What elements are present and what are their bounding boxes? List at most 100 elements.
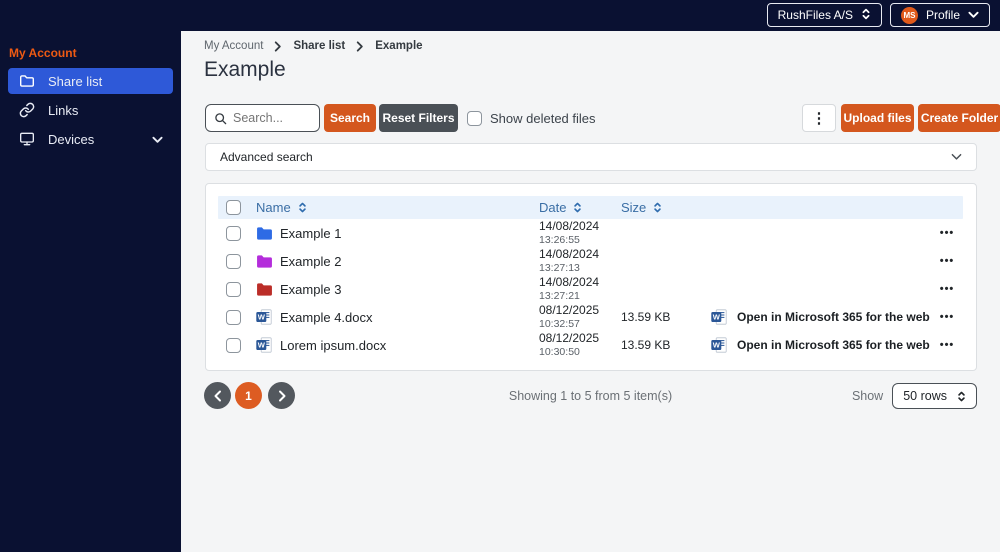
word-icon: W	[256, 309, 273, 326]
breadcrumb-example: Example	[375, 40, 423, 52]
pagination: 1 Showing 1 to 5 from 5 item(s) Show 50 …	[204, 382, 977, 410]
sidebar-item-share-list[interactable]: Share list	[8, 68, 173, 94]
table-row: W Lorem ipsum.docx 08/12/2025 10:30:50 1…	[218, 331, 963, 359]
rushfiles-app: RushFiles A/S MS Profile RushFiles My Ac…	[0, 0, 1000, 552]
row-menu-button[interactable]: •••	[930, 283, 964, 295]
row-checkbox[interactable]	[226, 337, 241, 353]
time-value: 13:26:55	[539, 233, 580, 246]
row-menu-button[interactable]: •••	[930, 255, 964, 267]
date-cell: 14/08/2024 13:27:13	[531, 247, 613, 274]
size-cell: 13.59 KB	[621, 338, 671, 352]
profile-label: Profile	[925, 8, 960, 22]
row-checkbox[interactable]	[226, 309, 241, 325]
svg-text:W: W	[258, 313, 266, 322]
show-deleted-checkbox[interactable]	[467, 110, 482, 126]
file-name: Lorem ipsum.docx	[280, 337, 387, 353]
column-header-date[interactable]: Date	[531, 200, 613, 215]
time-value: 13:27:21	[539, 289, 580, 302]
show-deleted-toggle: Show deleted files	[467, 104, 596, 132]
advanced-search-toggle[interactable]: Advanced search	[205, 143, 977, 171]
row-checkbox[interactable]	[226, 281, 241, 297]
search-button[interactable]: Search	[324, 104, 376, 132]
profile-menu[interactable]: MS Profile	[889, 3, 990, 27]
column-label: Size	[621, 200, 647, 215]
sidebar-item-devices[interactable]: Devices	[8, 126, 173, 152]
upload-files-button[interactable]: Upload files	[841, 104, 914, 132]
date-value: 08/12/2025	[539, 303, 600, 318]
date-value: 14/08/2024	[539, 219, 600, 234]
row-menu-button[interactable]: •••	[930, 311, 964, 323]
create-folder-button[interactable]: Create Folder	[918, 104, 1000, 132]
sort-icon	[573, 201, 582, 214]
chevron-down-icon	[968, 8, 979, 22]
word-icon: W	[711, 337, 728, 354]
row-checkbox[interactable]	[226, 253, 241, 269]
file-name-cell[interactable]: W Example 4.docx	[248, 309, 531, 326]
top-bar: RushFiles A/S MS Profile	[0, 0, 1000, 31]
word-icon: W	[711, 309, 728, 326]
search-icon	[214, 112, 227, 125]
page-title: Example	[204, 58, 286, 81]
updown-chevron-icon	[957, 390, 966, 403]
size-cell: 13.59 KB	[621, 310, 671, 324]
chevron-right-icon	[274, 40, 282, 52]
date-cell: 08/12/2025 10:32:57	[531, 303, 613, 330]
chevron-right-icon	[356, 40, 364, 52]
column-header-name[interactable]: Name	[248, 200, 531, 215]
rows-per-page-select[interactable]: 50 rows	[892, 383, 977, 409]
file-name-cell[interactable]: Example 3	[248, 281, 531, 298]
show-label: Show	[851, 389, 884, 403]
svg-text:W: W	[713, 313, 721, 322]
row-menu-button[interactable]: •••	[930, 339, 964, 351]
avatar: MS	[900, 6, 918, 24]
open-in-office-link[interactable]: W Open in Microsoft 365 for the web	[703, 309, 930, 326]
column-label: Date	[539, 200, 567, 215]
breadcrumb-my-account[interactable]: My Account	[204, 40, 263, 52]
row-menu-button[interactable]: •••	[930, 227, 964, 239]
breadcrumb-share-list[interactable]: Share list	[293, 40, 345, 52]
chevron-down-icon	[951, 153, 962, 161]
chevron-down-icon	[152, 132, 163, 147]
sort-icon	[653, 201, 662, 214]
reset-filters-button[interactable]: Reset Filters	[379, 104, 458, 132]
breadcrumb: My Account Share list Example	[204, 40, 423, 52]
folder-icon	[18, 73, 35, 90]
time-value: 13:27:13	[539, 261, 580, 274]
file-name: Example 1	[280, 225, 342, 241]
row-checkbox[interactable]	[226, 225, 241, 241]
date-cell: 08/12/2025 10:30:50	[531, 331, 613, 358]
file-name: Example 4.docx	[280, 309, 373, 325]
search-box	[205, 104, 320, 132]
open-link-label: Open in Microsoft 365 for the web	[737, 310, 930, 324]
open-in-office-link[interactable]: W Open in Microsoft 365 for the web	[703, 337, 930, 354]
date-cell: 14/08/2024 13:26:55	[531, 219, 613, 246]
devices-icon	[18, 131, 35, 148]
search-input[interactable]	[233, 111, 311, 125]
select-all-checkbox[interactable]	[226, 200, 241, 215]
tenant-selector[interactable]: RushFiles A/S	[766, 3, 882, 27]
sidebar-item-label: Links	[48, 102, 79, 118]
table-row: Example 1 14/08/2024 13:26:55 •••	[218, 219, 963, 247]
date-value: 14/08/2024	[539, 275, 600, 290]
sidebar-item-links[interactable]: Links	[8, 97, 173, 123]
toolbar: Search Reset Filters Show deleted files …	[205, 104, 1000, 132]
time-value: 10:32:57	[539, 317, 580, 330]
date-cell: 14/08/2024 13:27:21	[531, 275, 613, 302]
folder-icon	[256, 281, 273, 298]
column-header-size[interactable]: Size	[613, 200, 703, 215]
table-header-row: Name Date Size	[218, 196, 963, 219]
more-actions-button[interactable]: ⋮	[802, 104, 836, 132]
kebab-icon: ⋮	[811, 109, 827, 127]
file-name-cell[interactable]: Example 1	[248, 225, 531, 242]
file-name-cell[interactable]: Example 2	[248, 253, 531, 270]
table-row: W Example 4.docx 08/12/2025 10:32:57 13.…	[218, 303, 963, 331]
link-icon	[18, 102, 35, 119]
folder-icon	[256, 225, 273, 242]
file-name-cell[interactable]: W Lorem ipsum.docx	[248, 337, 531, 354]
sidebar: RushFiles My Account Share list Links De…	[0, 0, 181, 552]
updown-chevron-icon	[861, 7, 871, 24]
table-body: Example 1 14/08/2024 13:26:55 ••• Exampl…	[218, 219, 963, 359]
date-value: 08/12/2025	[539, 331, 600, 346]
show-deleted-label: Show deleted files	[490, 110, 596, 126]
sidebar-item-label: Devices	[48, 131, 95, 147]
